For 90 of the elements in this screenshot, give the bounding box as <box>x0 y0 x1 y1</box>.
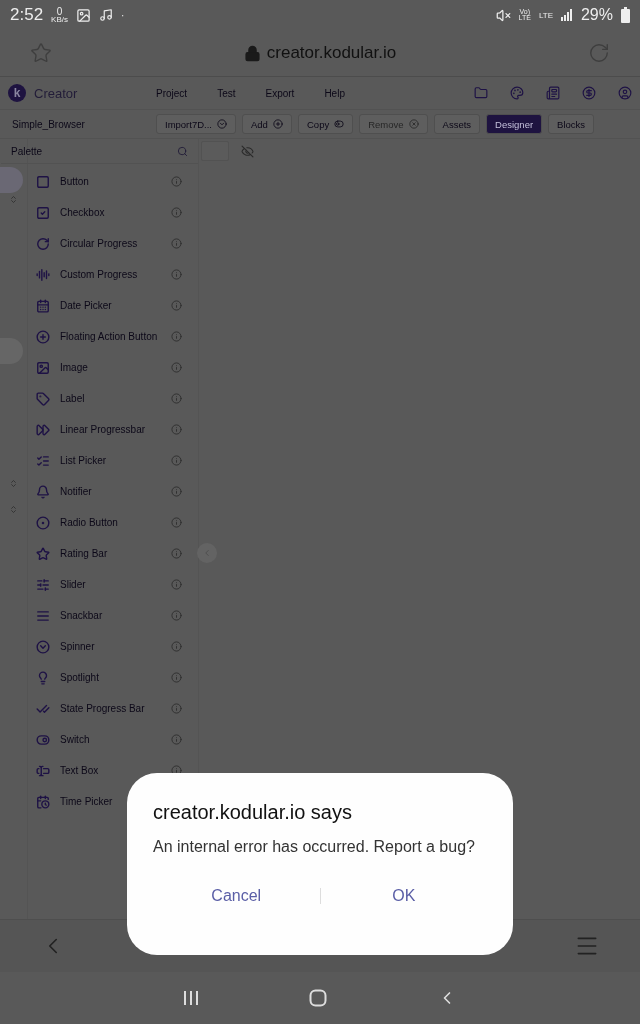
palette-item[interactable]: Linear Progressbar <box>28 414 198 445</box>
palette-item[interactable]: Custom Progress <box>28 259 198 290</box>
battery-percent: 29% <box>580 6 613 24</box>
newspaper-icon[interactable] <box>546 86 560 100</box>
menu-item[interactable]: Project <box>156 87 188 99</box>
palette-item[interactable]: State Progress Bar <box>28 693 198 724</box>
palette-item[interactable]: Checkbox <box>28 197 198 228</box>
lines-icon <box>36 608 50 623</box>
dialog-button[interactable]: Cancel <box>153 886 320 906</box>
palette-item[interactable]: Floating Action Button <box>28 321 198 352</box>
battery-icon <box>621 7 630 23</box>
dialog-title: creator.kodular.io says <box>153 801 353 824</box>
speed-value: 0 <box>56 6 63 16</box>
radio-icon <box>36 515 50 530</box>
reload-icon[interactable] <box>588 42 610 64</box>
plus-circle-icon <box>272 119 283 129</box>
plus-circle-icon <box>36 329 50 344</box>
fast-forward-icon <box>36 422 50 437</box>
close-circle-icon <box>408 119 419 129</box>
star-icon[interactable] <box>30 42 52 64</box>
recent-apps-icon[interactable] <box>183 990 199 1006</box>
lightbulb-icon <box>36 670 50 685</box>
view-tab[interactable]: Blocks <box>548 114 595 134</box>
network-label: LTE <box>538 10 553 20</box>
toolbar-button[interactable]: Import7D... <box>156 114 236 134</box>
palette-item[interactable]: Circular Progress <box>28 228 198 259</box>
toggle-icon <box>36 732 50 747</box>
checkbox-icon <box>36 205 50 220</box>
lock-icon <box>243 44 261 62</box>
calendar-icon <box>36 298 50 313</box>
dropdown-icon <box>217 119 227 129</box>
bell-icon <box>36 484 50 499</box>
search-icon[interactable] <box>177 145 188 157</box>
dialog-message: An internal error has occurred. Report a bug? <box>153 838 476 856</box>
view-tab[interactable]: Assets <box>433 114 481 134</box>
toggle-icon <box>334 119 345 129</box>
project-name: Simple_Browser <box>12 118 86 130</box>
dialog-button[interactable]: OK <box>320 886 487 906</box>
palette-item[interactable]: Radio Button <box>28 507 198 538</box>
checklist-icon <box>36 453 50 468</box>
toolbar-button[interactable]: Add <box>242 114 292 134</box>
menu-item[interactable]: Test <box>217 87 236 99</box>
music-note-icon <box>99 8 113 22</box>
app-logo: k <box>8 84 26 102</box>
refresh-icon <box>36 236 50 251</box>
status-dot: · <box>121 9 125 21</box>
palette-item[interactable]: Spotlight <box>28 662 198 693</box>
speed-unit: KB/s <box>51 15 68 24</box>
dropdown-circle-icon <box>36 639 50 654</box>
palette-item[interactable]: Switch <box>28 724 198 755</box>
palette-item[interactable]: Text Box <box>28 755 198 786</box>
palette-item[interactable]: Label <box>28 383 198 414</box>
toolbar-button[interactable]: Copy <box>298 114 354 134</box>
palette-item[interactable]: Rating Bar <box>28 538 198 569</box>
user-icon[interactable] <box>618 86 632 100</box>
star-icon <box>36 546 50 561</box>
folder-icon[interactable] <box>474 86 488 100</box>
view-tab[interactable]: Designer <box>486 114 543 134</box>
signal-icon <box>560 9 573 21</box>
info-icon[interactable] <box>171 765 182 776</box>
palette-item[interactable]: Button <box>28 166 198 197</box>
palette-title: Palette <box>11 145 44 157</box>
palette-icon[interactable] <box>510 86 524 100</box>
sort-icon <box>9 195 18 204</box>
dollar-icon[interactable] <box>582 86 596 100</box>
palette-item[interactable]: Notifier <box>28 476 198 507</box>
palette-item[interactable]: Snackbar <box>28 600 198 631</box>
menu-item[interactable]: Export <box>265 87 295 99</box>
menu-item[interactable]: Help <box>324 87 345 99</box>
sort-icon <box>9 479 18 488</box>
app-title: Creator <box>34 85 79 101</box>
image-icon <box>76 7 91 23</box>
palette-item[interactable]: Date Picker <box>28 290 198 321</box>
palette-item[interactable]: Image <box>28 352 198 383</box>
mute-icon <box>495 7 511 23</box>
sort-icon <box>9 505 18 514</box>
clock: 2:52 <box>10 5 44 25</box>
url-text[interactable]: creator.kodular.io <box>266 43 397 63</box>
bars-icon <box>36 267 50 282</box>
sliders-icon <box>36 577 50 592</box>
home-icon[interactable] <box>309 989 327 1007</box>
tag-icon <box>36 391 50 406</box>
text-cursor-icon <box>36 763 50 778</box>
image-icon <box>36 360 50 375</box>
square-icon <box>36 174 50 189</box>
calendar-clock-icon <box>36 794 50 809</box>
palette-item[interactable]: Slider <box>28 569 198 600</box>
palette-item[interactable]: List Picker <box>28 445 198 476</box>
palette-item[interactable]: Spinner <box>28 631 198 662</box>
eye-off-icon[interactable] <box>241 144 254 158</box>
